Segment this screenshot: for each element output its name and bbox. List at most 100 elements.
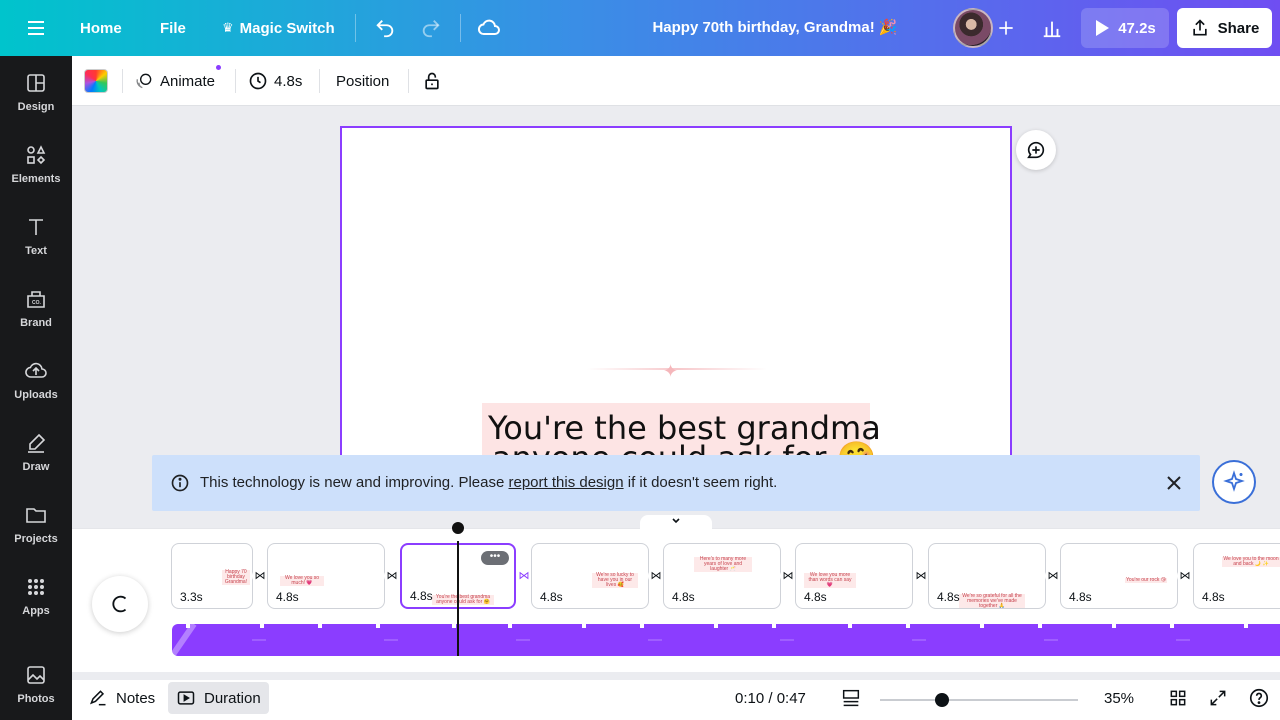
duration-button[interactable]: 4.8s	[248, 65, 302, 97]
audio-track-markers	[172, 624, 1248, 656]
clip-thumbnail-text: We love you so much! 💗	[280, 576, 324, 586]
expand-icon	[1210, 690, 1226, 706]
collapse-timeline-button[interactable]	[640, 515, 712, 529]
home-button[interactable]: Home	[80, 8, 122, 48]
insights-button[interactable]	[1032, 8, 1072, 48]
cloud-icon	[477, 19, 500, 35]
clip-duration: 3.3s	[180, 590, 203, 604]
cloud-save-button[interactable]	[469, 8, 509, 48]
duration-toggle-button[interactable]: Duration	[168, 682, 269, 714]
sidebar-item-elements[interactable]: Elements	[0, 132, 72, 196]
design-page[interactable]: ✦ You're the best grandma anyone could a…	[340, 126, 1012, 506]
zoom-slider[interactable]	[880, 699, 1078, 701]
document-title[interactable]: Happy 70th birthday, Grandma! 🎉	[620, 18, 930, 36]
redo-button[interactable]	[411, 8, 451, 48]
sidebar-item-text[interactable]: Text	[0, 204, 72, 268]
transition-icon[interactable]: ⋈	[648, 568, 664, 584]
timeline-clip[interactable]: We're so grateful for all the memories w…	[928, 543, 1046, 609]
duration-label: 4.8s	[274, 72, 303, 90]
divider	[408, 69, 409, 93]
clip-thumbnail-text: We're so lucky to have you in our lives …	[592, 573, 638, 588]
clip-thumbnail-text: We love you to the moon and back 🌙 ✨	[1222, 556, 1280, 567]
text-icon	[29, 219, 43, 235]
grid-view-button[interactable]	[1160, 682, 1196, 714]
clip-duration: 4.8s	[410, 589, 433, 603]
add-comment-button[interactable]	[1016, 130, 1056, 170]
divider	[319, 69, 320, 93]
sidebar-item-brand[interactable]: CO. Brand	[0, 276, 72, 340]
sidebar-item-apps[interactable]: Apps	[0, 564, 72, 628]
play-button[interactable]: 47.2s	[1081, 8, 1169, 48]
lock-button[interactable]	[422, 65, 442, 97]
undo-icon	[376, 20, 394, 38]
notes-button[interactable]: Notes	[80, 682, 163, 714]
timeline-clip[interactable]: We love you so much! 💗 4.8s	[267, 543, 385, 609]
magic-assistant-button[interactable]	[1212, 460, 1256, 504]
timeline-clip[interactable]: Happy 70 birthday Grandma! 3.3s	[171, 543, 253, 609]
menu-icon[interactable]	[20, 12, 52, 44]
animate-label: Animate	[160, 72, 216, 90]
transition-icon[interactable]: ⋈	[384, 568, 400, 584]
left-sidebar: Design Elements Text CO. Brand Uploads D…	[0, 56, 72, 720]
text-color-button[interactable]	[84, 65, 108, 97]
zoom-level[interactable]: 35%	[1096, 682, 1142, 714]
transition-icon[interactable]: ⋈	[1045, 568, 1061, 584]
position-button[interactable]: Position	[336, 65, 389, 97]
transition-icon[interactable]: ⋈	[1177, 568, 1193, 584]
design-icon	[27, 74, 45, 92]
sidebar-item-uploads[interactable]: Uploads	[0, 348, 72, 412]
sidebar-item-label: Brand	[20, 317, 52, 329]
sidebar-item-label: Draw	[22, 461, 50, 473]
close-banner-button[interactable]	[1162, 471, 1186, 495]
elements-icon	[27, 145, 46, 165]
clock-icon	[249, 72, 267, 90]
sidebar-item-label: Text	[25, 245, 47, 257]
more-options-button[interactable]: •••	[481, 551, 509, 565]
clip-thumbnail-text: You're our rock 😘	[1125, 577, 1167, 583]
spinner-icon	[112, 595, 127, 613]
sidebar-item-draw[interactable]: Draw	[0, 420, 72, 484]
uploads-icon	[25, 362, 47, 378]
play-duration: 47.2s	[1118, 19, 1156, 37]
brand-icon: CO.	[27, 291, 45, 308]
crown-icon: ♛	[222, 20, 234, 35]
sparkle-icon: ✦	[663, 361, 679, 381]
playhead[interactable]	[457, 541, 459, 656]
share-button[interactable]: Share	[1177, 8, 1272, 48]
help-button[interactable]	[1240, 682, 1278, 714]
report-design-link[interactable]: report this design	[509, 474, 624, 491]
plus-icon	[999, 21, 1013, 35]
audio-track[interactable]	[172, 624, 1280, 656]
magic-switch-button[interactable]: ♛ Magic Switch	[222, 8, 335, 48]
clip-thumbnail-text: We're so grateful for all the memories w…	[959, 594, 1025, 608]
fullscreen-button[interactable]	[1200, 682, 1236, 714]
draw-icon	[28, 433, 46, 453]
animate-button[interactable]: Animate	[134, 65, 222, 97]
undo-button[interactable]	[365, 8, 405, 48]
timeline-clip[interactable]: We love you more than words can say 💗 4.…	[795, 543, 913, 609]
timeline-clip[interactable]: We love you to the moon and back 🌙 ✨ 4.8…	[1193, 543, 1280, 609]
layout-toggle-button[interactable]	[832, 682, 870, 714]
clip-duration: 4.8s	[937, 590, 960, 604]
clip-thumbnail-text: You're the best grandma anyone could ask…	[432, 595, 494, 605]
transition-icon[interactable]: ⋈	[252, 568, 268, 584]
timeline-clip[interactable]: We're so lucky to have you in our lives …	[531, 543, 649, 609]
transition-icon[interactable]: ⋈	[913, 568, 929, 584]
timeline-clip[interactable]: You're our rock 😘 4.8s	[1060, 543, 1178, 609]
help-icon	[1249, 688, 1269, 708]
clip-duration: 4.8s	[276, 590, 299, 604]
avatar[interactable]	[953, 8, 993, 48]
invite-button[interactable]	[990, 8, 1022, 48]
transition-icon[interactable]: ⋈	[780, 568, 796, 584]
zoom-slider-handle[interactable]	[935, 693, 949, 707]
animate-icon	[136, 73, 152, 89]
sidebar-item-design[interactable]: Design	[0, 60, 72, 124]
sidebar-item-photos[interactable]: Photos	[0, 652, 72, 716]
sidebar-item-projects[interactable]: Projects	[0, 492, 72, 556]
transition-icon[interactable]: ⋈	[516, 568, 532, 584]
new-badge	[216, 65, 222, 70]
timeline-clip[interactable]: Here's to many more years of love and la…	[663, 543, 781, 609]
divider	[122, 69, 123, 93]
file-button[interactable]: File	[160, 8, 186, 48]
clip-duration: 4.8s	[1069, 590, 1092, 604]
